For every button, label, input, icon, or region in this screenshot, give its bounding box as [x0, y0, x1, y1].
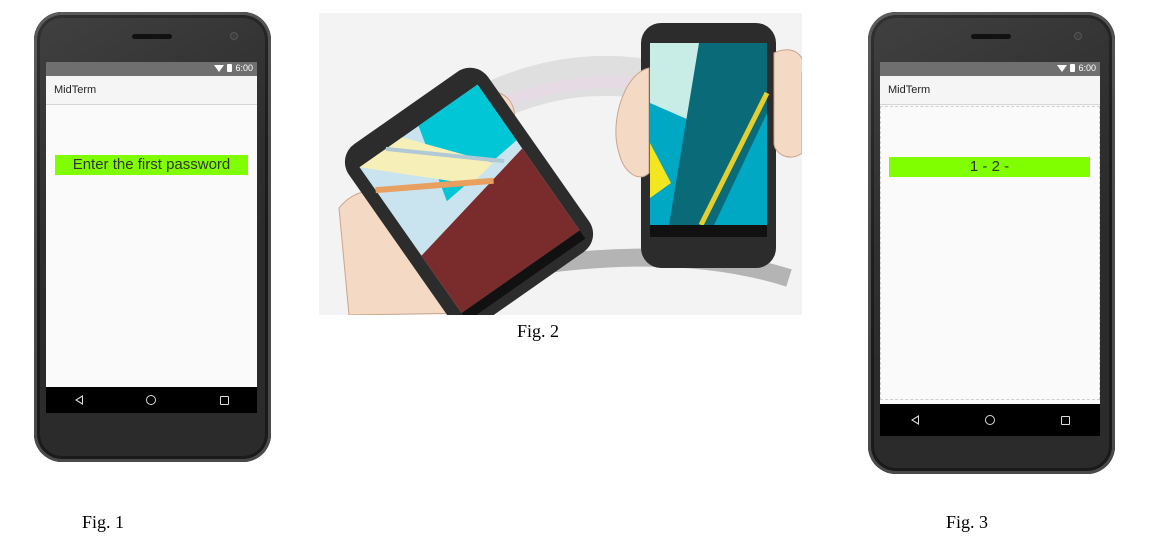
back-icon	[911, 415, 919, 425]
right-fingers	[773, 49, 802, 158]
battery-icon	[227, 64, 233, 72]
home-button[interactable]	[975, 404, 1005, 436]
back-button[interactable]	[900, 404, 930, 436]
screen-fig1: 6:00 MidTerm Enter the first password	[46, 62, 257, 413]
app-bar: MidTerm	[880, 76, 1100, 105]
screen-fig3: 6:00 MidTerm 1 - 2 -	[880, 62, 1100, 436]
status-bar: 6:00	[880, 62, 1100, 76]
recents-icon	[219, 395, 229, 405]
earpiece	[132, 34, 172, 39]
home-button[interactable]	[136, 387, 166, 413]
wifi-icon	[214, 64, 225, 72]
rotation-svg	[338, 23, 802, 315]
password-display: 1 - 2 -	[889, 157, 1090, 177]
password-prompt: Enter the first password	[55, 155, 248, 175]
home-icon	[146, 395, 156, 405]
battery-icon	[1070, 64, 1076, 72]
content-border	[880, 106, 1100, 400]
phone-fig1: 6:00 MidTerm Enter the first password	[34, 12, 271, 462]
home-icon	[985, 415, 995, 425]
rotation-illustration	[319, 13, 802, 315]
caption-fig2: Fig. 2	[517, 321, 560, 341]
status-time: 6:00	[235, 63, 253, 73]
app-title: MidTerm	[888, 84, 931, 96]
status-time: 6:00	[1078, 63, 1096, 73]
upright-phone	[641, 23, 776, 268]
camera-icon	[230, 32, 238, 40]
caption-fig1: Fig. 1	[82, 512, 125, 532]
nav-bar	[46, 387, 257, 413]
back-icon	[75, 395, 83, 405]
nav-bar	[880, 404, 1100, 436]
back-button[interactable]	[64, 387, 94, 413]
recents-icon	[1060, 415, 1070, 425]
phone-fig3: 6:00 MidTerm 1 - 2 -	[868, 12, 1115, 474]
earpiece	[971, 34, 1011, 39]
recents-button[interactable]	[209, 387, 239, 413]
app-bar: MidTerm	[46, 76, 257, 105]
caption-fig3: Fig. 3	[946, 512, 989, 532]
wifi-icon	[1057, 64, 1068, 72]
camera-icon	[1074, 32, 1082, 40]
app-title: MidTerm	[54, 84, 97, 96]
status-bar: 6:00	[46, 62, 257, 76]
recents-button[interactable]	[1050, 404, 1080, 436]
